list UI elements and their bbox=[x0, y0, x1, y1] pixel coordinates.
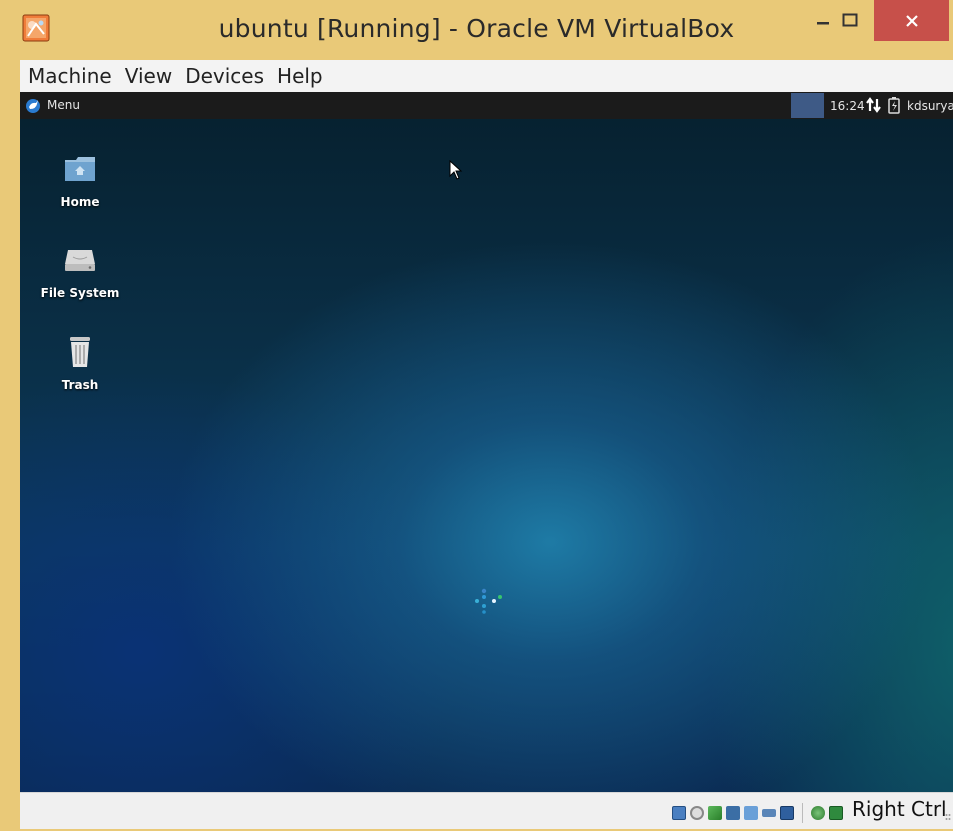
audio-icon[interactable] bbox=[708, 806, 722, 820]
menu-bar: Machine View Devices Help bbox=[20, 60, 953, 92]
resize-grip-icon[interactable] bbox=[945, 813, 951, 823]
loading-spinner-icon bbox=[475, 588, 502, 614]
optical-drive-icon[interactable] bbox=[690, 806, 704, 820]
title-bar[interactable]: ubuntu [Running] - Oracle VM VirtualBox bbox=[0, 0, 953, 60]
virtualbox-app-icon[interactable] bbox=[22, 14, 50, 42]
hard-disk-icon[interactable] bbox=[672, 806, 686, 820]
menu-devices[interactable]: Devices bbox=[177, 64, 269, 88]
device-status-icons bbox=[672, 803, 843, 823]
close-icon bbox=[905, 14, 918, 27]
network-icon[interactable] bbox=[726, 806, 740, 820]
whisker-menu-button[interactable]: Menu bbox=[24, 96, 80, 114]
virtualbox-window: ubuntu [Running] - Oracle VM VirtualBox … bbox=[0, 0, 953, 831]
desktop-icon-label: File System bbox=[40, 286, 120, 300]
panel-menu-label: Menu bbox=[47, 98, 80, 112]
menu-machine[interactable]: Machine bbox=[20, 64, 117, 88]
workspace-switcher[interactable] bbox=[791, 93, 824, 118]
mouse-integration-icon[interactable] bbox=[829, 806, 843, 820]
host-key-label[interactable]: Right Ctrl bbox=[852, 797, 947, 821]
drive-icon bbox=[65, 250, 95, 271]
vm-display[interactable]: Menu 16:24 kdsurya Home File System Tras… bbox=[20, 92, 953, 792]
desktop-icon-trash[interactable]: Trash bbox=[40, 332, 120, 392]
desktop-icon-home[interactable]: Home bbox=[40, 149, 120, 209]
display-icon[interactable] bbox=[762, 809, 776, 817]
usb-icon[interactable] bbox=[780, 806, 794, 820]
network-arrows-icon[interactable] bbox=[865, 97, 883, 113]
mouse-pointer-icon bbox=[449, 160, 463, 180]
menu-help[interactable]: Help bbox=[269, 64, 328, 88]
recording-icon[interactable] bbox=[811, 806, 825, 820]
desktop-icon-label: Trash bbox=[61, 378, 99, 392]
status-bar: Right Ctrl bbox=[20, 792, 953, 829]
trash-icon bbox=[70, 337, 90, 367]
maximize-button[interactable] bbox=[828, 0, 872, 40]
window-title: ubuntu [Running] - Oracle VM VirtualBox bbox=[218, 14, 735, 43]
maximize-icon bbox=[842, 13, 858, 27]
desktop-icon-label: Home bbox=[60, 195, 100, 209]
desktop-icon-file-system[interactable]: File System bbox=[40, 240, 120, 300]
status-separator bbox=[802, 803, 803, 823]
shared-folders-icon[interactable] bbox=[744, 806, 758, 820]
menu-view[interactable]: View bbox=[117, 64, 177, 88]
close-button[interactable] bbox=[874, 0, 949, 41]
xubuntu-logo-icon bbox=[26, 99, 40, 113]
xfce-top-panel: Menu 16:24 kdsurya bbox=[20, 92, 953, 119]
panel-user-name[interactable]: kdsurya bbox=[907, 99, 953, 113]
home-folder-icon bbox=[65, 157, 95, 181]
battery-icon[interactable] bbox=[888, 96, 900, 114]
panel-clock[interactable]: 16:24 bbox=[830, 99, 865, 113]
